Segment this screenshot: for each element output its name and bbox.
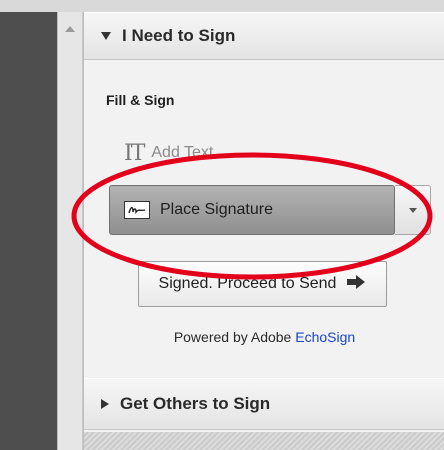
- triangle-right-icon: [101, 399, 109, 409]
- section-title: I Need to Sign: [122, 26, 236, 45]
- scroll-up-icon[interactable]: [65, 26, 75, 32]
- powered-by-text: Powered by Adobe EchoSign: [84, 329, 444, 345]
- send-button-label: Signed. Proceed to Send: [158, 275, 337, 292]
- document-area-edge: [0, 12, 57, 450]
- place-signature-dropdown[interactable]: [395, 185, 431, 235]
- triangle-down-icon: [101, 32, 111, 40]
- echosign-link[interactable]: EchoSign: [295, 329, 355, 345]
- add-text-label: Add Text: [151, 144, 214, 161]
- signature-icon: [124, 201, 150, 219]
- sign-panel: I Need to Sign Fill & Sign IT Add Text P…: [83, 12, 444, 450]
- chevron-down-icon: [408, 207, 417, 213]
- arrow-right-icon: [346, 274, 366, 294]
- panel-scrollbar[interactable]: [57, 12, 83, 450]
- place-signature-label: Place Signature: [160, 201, 273, 218]
- place-signature-button[interactable]: Place Signature: [109, 185, 395, 235]
- panel-hatched-bottom: [84, 432, 444, 450]
- section-i-need-to-sign-header[interactable]: I Need to Sign: [84, 12, 444, 60]
- fill-and-sign-heading: Fill & Sign: [106, 92, 175, 108]
- proceed-to-send-button[interactable]: Signed. Proceed to Send: [138, 261, 387, 307]
- add-text-button[interactable]: IT Add Text: [124, 138, 213, 168]
- powered-prefix: Powered by Adobe: [173, 329, 292, 345]
- section-get-others-to-sign-header[interactable]: Get Others to Sign: [84, 378, 444, 430]
- text-tool-icon: IT: [124, 140, 145, 166]
- section-title: Get Others to Sign: [120, 394, 271, 413]
